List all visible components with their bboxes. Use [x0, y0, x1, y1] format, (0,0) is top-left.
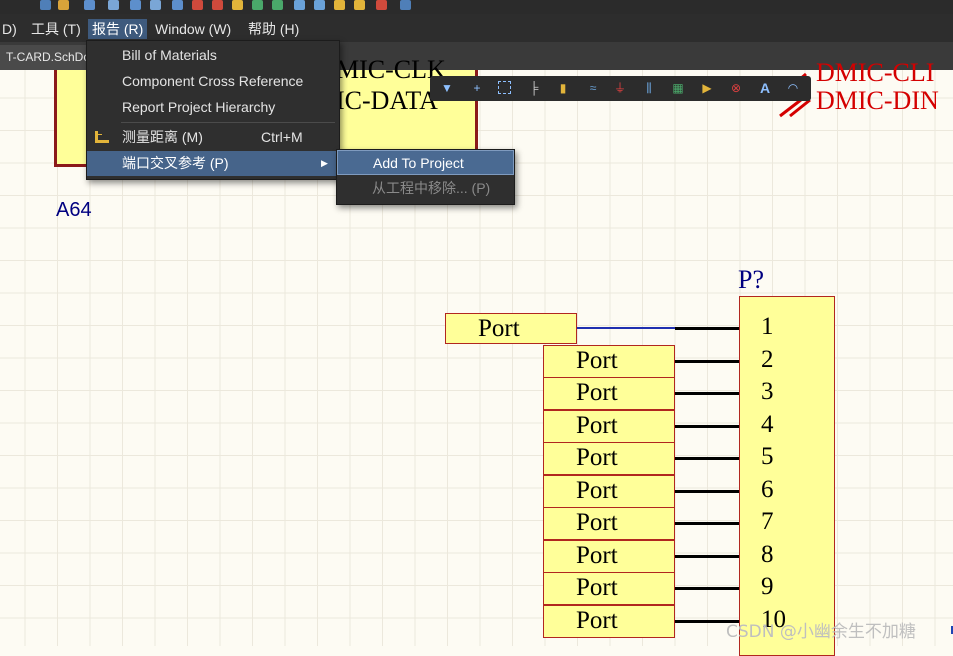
submenu-item-add-to-project[interactable]: Add To Project: [337, 150, 514, 175]
net-label-dmic-din[interactable]: DMIC-DIN: [816, 86, 939, 116]
submenu-arrow-icon: ▶: [321, 158, 328, 168]
pin-number: 2: [761, 345, 774, 373]
port-4[interactable]: Port: [543, 409, 675, 443]
component-icon[interactable]: ▮: [556, 81, 570, 95]
port-9[interactable]: Port: [543, 572, 675, 605]
port-2[interactable]: Port: [543, 344, 675, 378]
toolbar-icon[interactable]: [192, 0, 203, 10]
pin-number: 4: [761, 410, 774, 438]
pin-8[interactable]: [675, 554, 739, 558]
menu-reports[interactable]: 报告 (R): [88, 19, 148, 39]
pin-7[interactable]: [675, 522, 739, 525]
toolbar-icon[interactable]: [58, 0, 69, 10]
pin-1[interactable]: [675, 327, 739, 330]
menu-design[interactable]: D): [0, 19, 21, 39]
port-3[interactable]: Port: [543, 377, 675, 410]
bus-icon[interactable]: ⫼: [642, 81, 656, 95]
toolbar-icon[interactable]: [84, 0, 95, 10]
port-cross-reference-submenu: Add To Project 从工程中移除... (P): [336, 149, 515, 205]
harness-icon[interactable]: ▦: [671, 81, 685, 95]
port-7[interactable]: Port: [543, 507, 675, 540]
pin-2[interactable]: [675, 359, 739, 363]
pin-4[interactable]: [675, 424, 739, 428]
pin-number: 9: [761, 573, 774, 600]
pin-number: 8: [761, 540, 774, 568]
toolbar-icon[interactable]: [212, 0, 223, 10]
port-8[interactable]: Port: [543, 539, 675, 573]
net-label-dmic-cli[interactable]: DMIC-CLI: [816, 58, 934, 88]
menu-bar: D) 工具 (T) 报告 (R) Window (W) 帮助 (H): [0, 14, 953, 42]
toolbar-icon[interactable]: [354, 0, 365, 10]
menu-help[interactable]: 帮助 (H): [244, 19, 303, 39]
pin-3[interactable]: [675, 392, 739, 395]
port-label: Port: [576, 574, 618, 601]
pin-number: 3: [761, 378, 774, 405]
filter-icon[interactable]: ▼: [440, 81, 454, 95]
menu-item-component-cross-reference[interactable]: Component Cross Reference: [87, 69, 339, 94]
port-label: Port: [576, 379, 618, 406]
pin-number: 7: [761, 508, 774, 535]
menu-item-port-cross-reference[interactable]: 端口交叉参考 (P) ▶: [87, 151, 339, 176]
port-1[interactable]: Port: [445, 313, 577, 344]
report-menu-dropdown: Bill of Materials Component Cross Refere…: [86, 40, 340, 180]
crosshair-icon[interactable]: +: [470, 81, 484, 95]
pin-number: 1: [761, 313, 774, 340]
ground-icon[interactable]: ⏚: [613, 81, 627, 95]
menu-item-measure-distance[interactable]: 测量距离 (M) Ctrl+M: [87, 125, 339, 150]
port-6[interactable]: Port: [543, 474, 675, 508]
toolbar-icon[interactable]: [108, 0, 119, 10]
active-bar-toolbar: ▼ + ╞ ▮ ≈ ⏚ ⫼ ▦ ▶ ⊗ A ◠: [430, 76, 811, 101]
pin-number: 5: [761, 443, 774, 470]
toolbar-icon[interactable]: [272, 0, 283, 10]
pin-9[interactable]: [675, 587, 739, 590]
select-rect-icon[interactable]: [498, 81, 511, 94]
designator-a64[interactable]: A64: [56, 199, 92, 222]
pin-number: 6: [761, 475, 774, 503]
ruler-icon: [95, 131, 109, 143]
designator-p[interactable]: P?: [738, 265, 764, 295]
toolbar-icon[interactable]: [314, 0, 325, 10]
toolbar-icon[interactable]: [130, 0, 141, 10]
text-icon[interactable]: A: [758, 81, 772, 95]
toolbar-icon[interactable]: [40, 0, 51, 10]
connector-body[interactable]: [739, 296, 835, 656]
toolbar-icon[interactable]: [400, 0, 411, 10]
port-label: Port: [576, 541, 618, 569]
toolbar-icon[interactable]: [294, 0, 305, 10]
port-5[interactable]: Port: [543, 442, 675, 475]
port-label: Port: [576, 476, 618, 504]
port-label: Port: [576, 606, 618, 634]
port-label: Port: [576, 509, 618, 536]
menu-item-bill-of-materials[interactable]: Bill of Materials: [87, 43, 339, 68]
toolbar-icon[interactable]: [376, 0, 387, 10]
menu-separator: [121, 122, 335, 123]
toolbar-icon[interactable]: [150, 0, 161, 10]
menu-item-report-project-hierarchy[interactable]: Report Project Hierarchy: [87, 95, 339, 120]
port-label: Port: [576, 346, 618, 374]
submenu-item-remove-from-project: 从工程中移除... (P): [372, 180, 491, 196]
net-label-mic-data[interactable]: IC-DATA: [336, 86, 438, 116]
menu-tools[interactable]: 工具 (T): [27, 19, 85, 39]
port-10[interactable]: Port: [543, 604, 675, 638]
pin-6[interactable]: [675, 489, 739, 493]
watermark: CSDN @小幽余生不加糖: [726, 622, 916, 642]
toolbar-icon[interactable]: [334, 0, 345, 10]
menu-window[interactable]: Window (W): [151, 19, 235, 39]
port-label: Port: [576, 411, 618, 439]
port-label: Port: [478, 315, 520, 342]
top-toolbar: [0, 0, 953, 14]
toolbar-icon[interactable]: [172, 0, 183, 10]
align-icon[interactable]: ╞: [527, 81, 541, 95]
toolbar-icon[interactable]: [232, 0, 243, 10]
wire[interactable]: [577, 327, 675, 329]
port-label: Port: [576, 444, 618, 471]
port-icon[interactable]: ▶: [700, 81, 714, 95]
wire-icon[interactable]: ≈: [586, 81, 600, 95]
no-erc-icon[interactable]: ⊗: [729, 81, 743, 95]
toolbar-icon[interactable]: [252, 0, 263, 10]
pin-5[interactable]: [675, 457, 739, 460]
arc-icon[interactable]: ◠: [786, 81, 800, 95]
